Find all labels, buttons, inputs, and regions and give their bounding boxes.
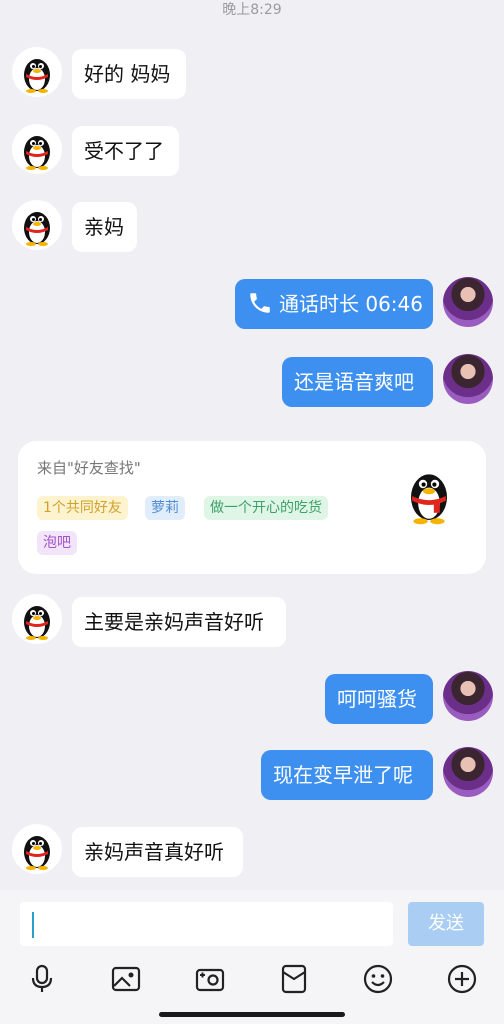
penguin-icon (24, 212, 50, 246)
call-duration-message[interactable]: 通话时长 06:46 (235, 279, 433, 329)
home-indicator[interactable] (159, 1012, 345, 1017)
penguin-icon (411, 474, 447, 525)
outgoing-message[interactable]: 呵呵骚货 (325, 674, 433, 724)
user-avatar[interactable] (443, 277, 493, 327)
red-packet-icon[interactable] (278, 963, 310, 995)
incoming-message[interactable]: 亲妈 (72, 202, 137, 252)
penguin-icon (24, 836, 50, 870)
incoming-message[interactable]: 主要是亲妈声音好听 (72, 597, 286, 647)
user-avatar[interactable] (443, 747, 493, 797)
contact-avatar[interactable] (12, 594, 62, 644)
contact-avatar[interactable] (12, 124, 62, 174)
phone-icon (250, 293, 270, 313)
contact-avatar[interactable] (12, 200, 62, 250)
emoji-icon[interactable] (362, 963, 394, 995)
incoming-message[interactable]: 亲妈声音真好听 (72, 827, 243, 877)
microphone-icon[interactable] (26, 963, 58, 995)
chat-screen: 晚上8:29 好的 妈妈 受不了了 亲妈 通话时长 06:46 还是语音爽吧 来… (0, 0, 504, 1024)
user-avatar[interactable] (443, 671, 493, 721)
penguin-icon (24, 606, 50, 640)
tag-item: 萝莉 (145, 496, 185, 520)
outgoing-message[interactable]: 现在变早泄了呢 (261, 750, 433, 800)
camera-icon[interactable] (194, 963, 226, 995)
incoming-message[interactable]: 受不了了 (72, 126, 179, 176)
incoming-message[interactable]: 好的 妈妈 (72, 49, 186, 99)
user-avatar[interactable] (443, 354, 493, 404)
friend-source-card[interactable]: 来自"好友查找" 1个共同好友 萝莉 做一个开心的吃货 泡吧 (18, 441, 486, 574)
contact-avatar[interactable] (12, 47, 62, 97)
text-caret (32, 912, 34, 938)
penguin-icon (24, 59, 50, 93)
send-button[interactable]: 发送 (408, 902, 484, 946)
outgoing-message[interactable]: 还是语音爽吧 (282, 357, 433, 407)
tag-item: 泡吧 (37, 531, 77, 555)
input-bar: 发送 (0, 890, 504, 1024)
image-icon[interactable] (110, 963, 142, 995)
penguin-icon (24, 136, 50, 170)
message-timestamp: 晚上8:29 (222, 2, 282, 18)
tag-mutual-friends: 1个共同好友 (37, 496, 128, 520)
plus-icon[interactable] (446, 963, 478, 995)
contact-avatar[interactable] (12, 824, 62, 874)
card-source-label: 来自"好友查找" (37, 459, 141, 477)
tag-item: 做一个开心的吃货 (204, 496, 328, 520)
message-input[interactable] (20, 902, 393, 946)
